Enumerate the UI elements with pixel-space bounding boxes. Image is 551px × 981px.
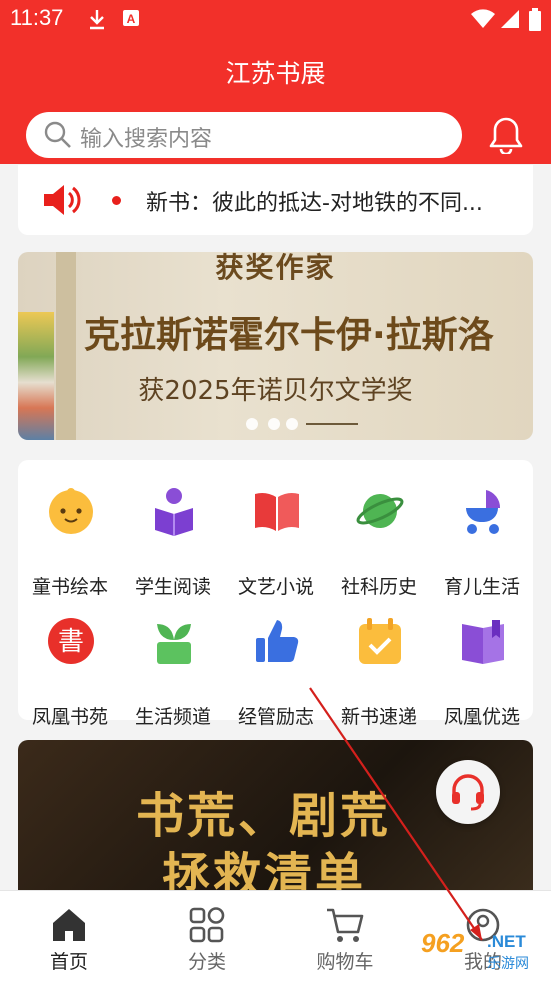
sprout-pot-icon: [149, 616, 199, 666]
search-icon: [44, 121, 72, 153]
promo-line-2: 拯救清单: [162, 848, 367, 890]
category-label: 经管励志: [237, 706, 314, 728]
category-item[interactable]: 经管励志: [224, 616, 328, 728]
category-item[interactable]: 凤凰优选: [430, 616, 534, 728]
svg-text:A: A: [127, 12, 136, 26]
category-label: 凤凰优选: [443, 706, 520, 728]
headset-icon: [450, 772, 486, 816]
tab-cart[interactable]: 购物车: [290, 891, 400, 981]
page-title: 江苏书展: [225, 59, 326, 88]
category-item[interactable]: 育儿生活: [430, 486, 534, 598]
site-watermark: 962 .NET 乐游网: [415, 926, 547, 976]
cart-icon: [325, 905, 365, 945]
home-icon: [49, 905, 89, 945]
category-grid: 童书绘本 学生阅读 文艺小说 社科历史 育儿生活 書 凤凰书苑 生活频道 经管励…: [18, 460, 534, 728]
category-label: 生活频道: [134, 706, 211, 728]
speaker-icon: [42, 183, 82, 221]
bookmark-book-icon: [458, 616, 508, 666]
category-item[interactable]: 新书速递: [327, 616, 431, 728]
banner-sub-text: 获2025年诺贝尔文学奖: [138, 376, 413, 406]
category-item[interactable]: 文艺小说: [224, 486, 328, 598]
grid-icon: [187, 905, 227, 945]
tab-label: 首页: [49, 951, 88, 973]
news-ticker[interactable]: 新书：彼此的抵达-对地铁的不同...: [18, 165, 533, 235]
tab-category[interactable]: 分类: [152, 891, 262, 981]
tab-label: 购物车: [316, 951, 374, 973]
thumbs-up-icon: [252, 616, 302, 666]
signal-icon: [500, 8, 520, 35]
category-item[interactable]: 社科历史: [327, 486, 431, 598]
customer-service-button[interactable]: [436, 760, 500, 824]
baby-face-icon: [46, 486, 96, 536]
carousel-indicator: [246, 416, 366, 430]
app-header: 江苏书展 输入搜索内容: [0, 40, 551, 164]
banner-carousel[interactable]: 获奖作家 克拉斯诺霍尔卡伊·拉斯洛 获2025年诺贝尔文学奖: [18, 252, 533, 440]
category-item[interactable]: 童书绘本: [18, 486, 122, 598]
notice-dot: [112, 196, 121, 205]
a-badge-icon: A: [122, 8, 140, 33]
category-label: 凤凰书苑: [31, 706, 108, 728]
category-label: 育儿生活: [443, 576, 520, 598]
category-item[interactable]: 書 凤凰书苑: [18, 616, 122, 728]
category-item[interactable]: 学生阅读: [121, 486, 225, 598]
shu-seal-icon: 書: [46, 616, 96, 666]
bell-icon[interactable]: [488, 116, 524, 158]
category-label: 学生阅读: [134, 576, 211, 598]
stroller-icon: [458, 486, 508, 536]
watermark-text: 乐游网: [487, 956, 529, 972]
category-label: 文艺小说: [237, 576, 314, 598]
watermark-domain: .NET: [487, 932, 526, 951]
download-icon: [88, 8, 106, 35]
battery-icon: [528, 8, 542, 37]
open-book-icon: [252, 486, 302, 536]
tab-label: 分类: [187, 951, 226, 973]
search-input[interactable]: 输入搜索内容: [26, 112, 462, 158]
wifi-icon: [470, 8, 496, 35]
category-label: 新书速递: [340, 706, 417, 728]
tab-home[interactable]: 首页: [14, 891, 124, 981]
student-reading-icon: [149, 486, 199, 536]
category-item[interactable]: 生活频道: [121, 616, 225, 728]
status-time: 11:37: [10, 5, 64, 30]
banner-top-text: 获奖作家: [215, 252, 336, 284]
search-placeholder: 输入搜索内容: [80, 127, 213, 152]
category-label: 童书绘本: [31, 576, 108, 598]
status-bar: 11:37 A: [0, 0, 551, 40]
notice-text: 新书：彼此的抵达-对地铁的不同...: [146, 191, 483, 216]
category-label: 社科历史: [340, 576, 417, 598]
svg-text:書: 書: [58, 627, 84, 657]
watermark-brand: 962: [421, 928, 465, 958]
banner-main-text: 克拉斯诺霍尔卡伊·拉斯洛: [84, 315, 494, 356]
planet-icon: [355, 486, 405, 536]
calendar-check-icon: [355, 616, 405, 666]
